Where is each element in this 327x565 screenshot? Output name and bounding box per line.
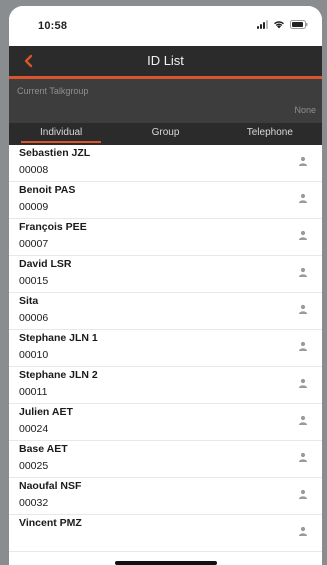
user-icon (299, 341, 307, 351)
contact-name: François PEE (19, 221, 87, 233)
list-item[interactable]: Benoit PAS 00009 (9, 182, 322, 219)
talkgroup-label: Current Talkgroup (17, 86, 89, 96)
list-item[interactable]: François PEE 00007 (9, 219, 322, 256)
contact-id: 00032 (19, 497, 49, 509)
contact-name: Naoufal NSF (19, 480, 82, 492)
list-item[interactable]: Base AET 00025 (9, 441, 322, 478)
home-indicator[interactable] (115, 561, 217, 565)
wifi-icon (274, 21, 284, 29)
tab-bar: Individual Group Telephone (9, 123, 322, 145)
list-item[interactable]: Sebastien JZL 00008 (9, 145, 322, 182)
nav-bar: ID List (9, 46, 322, 79)
contact-name: Base AET (19, 443, 68, 455)
tab-individual[interactable]: Individual (9, 123, 113, 145)
contact-id: 00006 (19, 312, 49, 324)
contact-name: Benoit PAS (19, 184, 76, 196)
contact-name: Stephane JLN 1 (19, 332, 98, 344)
contact-id: 00008 (19, 164, 49, 176)
contact-name: Stephane JLN 2 (19, 369, 98, 381)
current-talkgroup-panel: Current Talkgroup None (9, 79, 322, 123)
list-item[interactable]: Stephane JLN 2 00011 (9, 367, 322, 404)
user-icon (299, 415, 307, 425)
status-icons (257, 20, 308, 29)
contact-id: 00007 (19, 238, 49, 250)
contact-id: 00011 (19, 386, 48, 398)
contact-id: 00024 (19, 423, 49, 435)
tab-group[interactable]: Group (113, 123, 217, 145)
user-icon (299, 156, 307, 166)
page-title: ID List (147, 53, 184, 68)
user-icon (299, 489, 307, 499)
user-icon (299, 193, 307, 203)
contact-name: Julien AET (19, 406, 73, 418)
list-item[interactable]: Vincent PMZ (9, 515, 322, 552)
contact-id: 00009 (19, 201, 49, 213)
user-icon (299, 267, 307, 277)
contact-name: Vincent PMZ (19, 517, 82, 529)
talkgroup-value: None (294, 105, 316, 115)
user-icon (299, 452, 307, 462)
user-icon (299, 378, 307, 388)
contact-list: Sebastien JZL 00008 Benoit PAS 00009 Fra… (9, 145, 322, 552)
status-time: 10:58 (38, 20, 68, 32)
user-icon (299, 230, 307, 240)
list-item[interactable]: Naoufal NSF 00032 (9, 478, 322, 515)
battery-icon (290, 20, 308, 29)
contact-name: Sita (19, 295, 39, 307)
user-icon (299, 304, 307, 314)
list-item[interactable]: David LSR 00015 (9, 256, 322, 293)
contact-id: 00015 (19, 275, 49, 287)
list-item[interactable]: Julien AET 00024 (9, 404, 322, 441)
tab-telephone[interactable]: Telephone (218, 123, 322, 145)
signal-icon (257, 20, 268, 29)
status-bar: 10:58 (9, 6, 322, 46)
user-icon (299, 526, 307, 536)
contact-name: Sebastien JZL (19, 147, 91, 159)
list-item[interactable]: Stephane JLN 1 00010 (9, 330, 322, 367)
contact-id: 00025 (19, 460, 49, 472)
contact-name: David LSR (19, 258, 72, 270)
phone-screen: 10:58 ID List Current Talkgroup None Ind… (9, 6, 322, 565)
list-item[interactable]: Sita 00006 (9, 293, 322, 330)
contact-id: 00010 (19, 349, 49, 361)
